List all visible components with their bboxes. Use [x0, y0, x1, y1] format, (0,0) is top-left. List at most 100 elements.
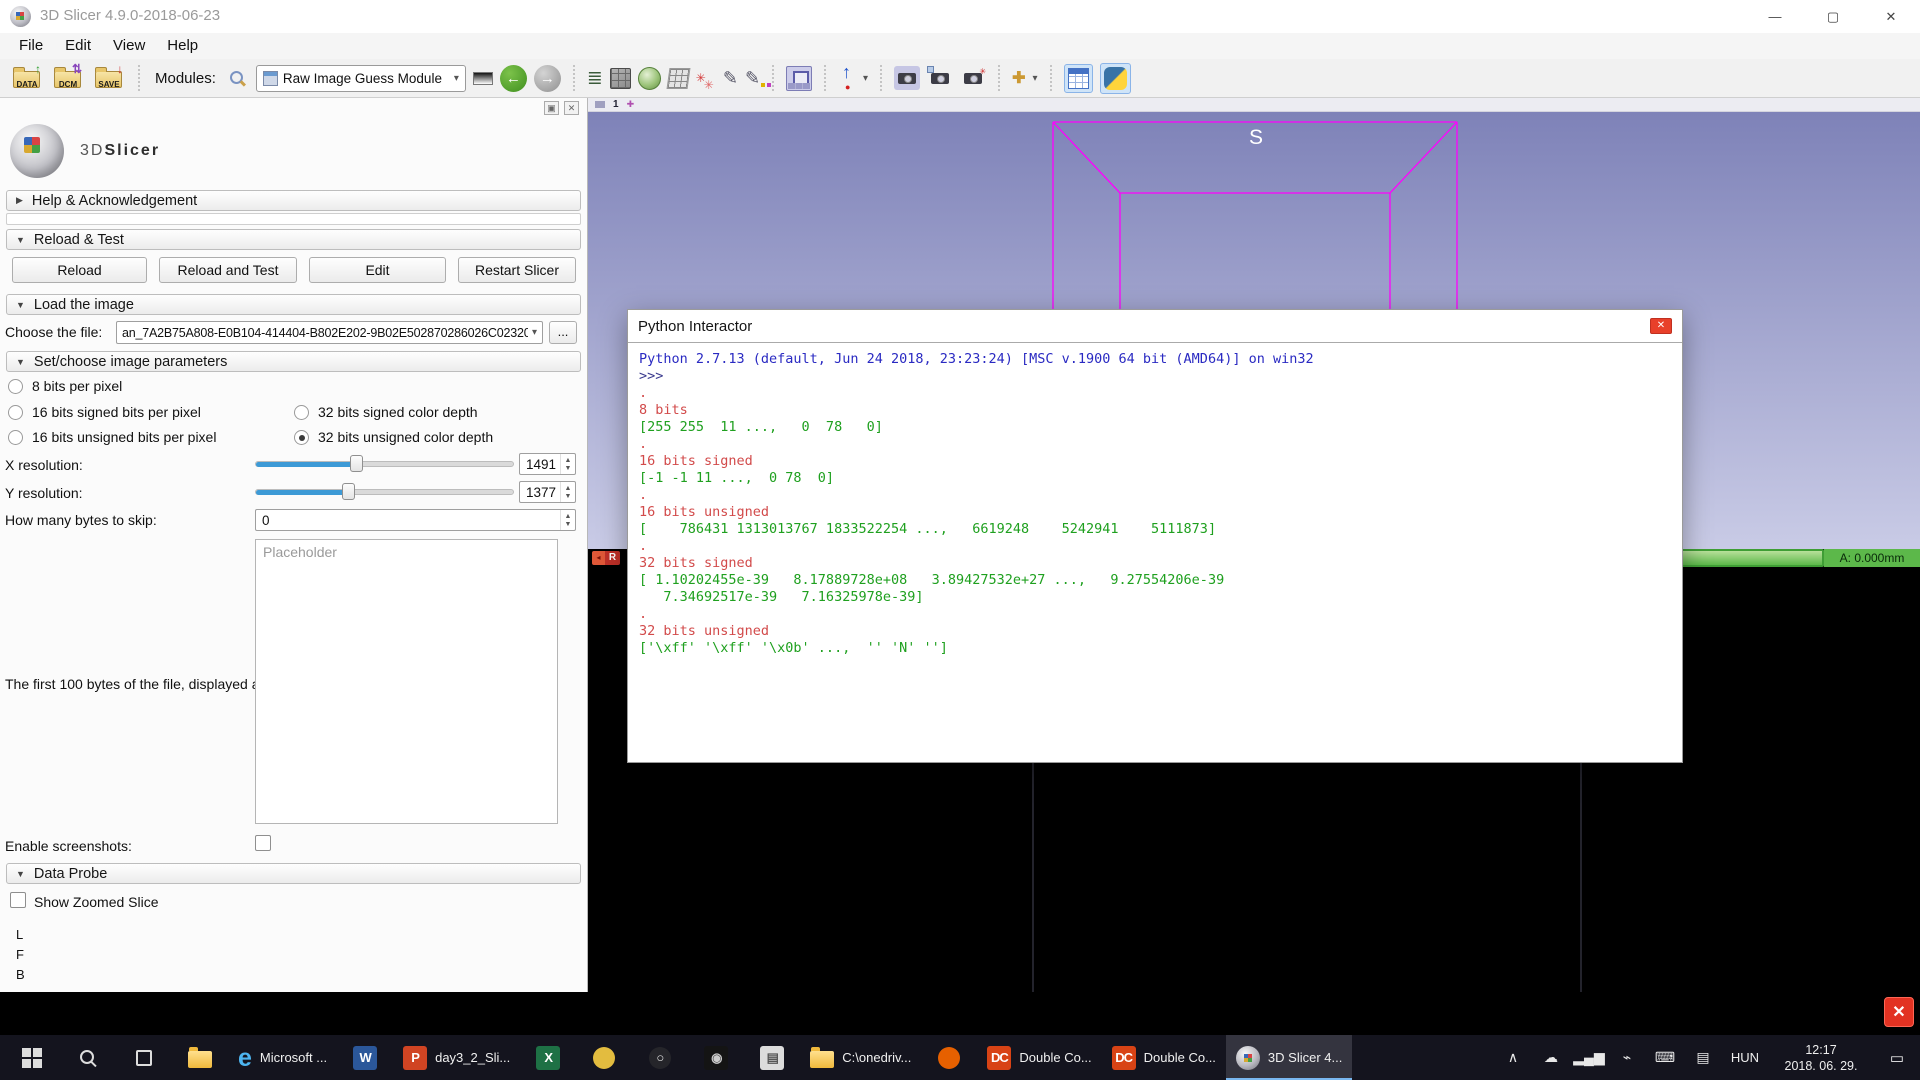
slider-handle[interactable] — [342, 483, 355, 500]
orientation-marker-s: S — [1244, 126, 1268, 150]
module-back-button[interactable]: ← — [500, 65, 527, 92]
models-module-icon[interactable] — [638, 67, 661, 90]
browse-file-button[interactable]: ... — [549, 321, 577, 344]
taskbar-app[interactable]: DC Double Co... — [977, 1035, 1101, 1080]
bytes-skip-spinbox[interactable]: 0 ▲▼ — [255, 509, 576, 531]
module-selector-combo[interactable]: Raw Image Guess Module ▾ — [256, 65, 466, 92]
section-load-image[interactable]: ▼ Load the image — [6, 294, 581, 315]
view3d-controller-bar[interactable]: 1 ✚ — [588, 98, 1920, 112]
load-data-button[interactable]: ↑ DATA — [10, 63, 44, 93]
panel-close-button[interactable]: ✕ — [564, 101, 579, 115]
network-signal-icon[interactable]: ▂▄▆ — [1570, 1049, 1608, 1066]
reload-and-test-button[interactable]: Reload and Test — [159, 257, 297, 283]
view-maximize-icon[interactable]: ✚ — [627, 99, 635, 110]
taskbar-app[interactable]: ○ — [632, 1035, 688, 1080]
python-window-titlebar[interactable]: Python Interactor ✕ — [628, 310, 1682, 343]
pin-icon[interactable]: ◂ — [592, 551, 605, 565]
red-slice-controller[interactable]: ◂ R — [592, 551, 620, 565]
module-forward-button[interactable]: → — [534, 65, 561, 92]
notification-center-icon[interactable]: ▭ — [1874, 1049, 1920, 1067]
touch-keyboard-icon[interactable]: ▤ — [1684, 1049, 1722, 1066]
taskbar-app[interactable] — [60, 1035, 116, 1080]
chevron-up-icon[interactable]: ∧ — [1494, 1049, 1532, 1066]
usb-icon[interactable]: ⌁ — [1608, 1049, 1646, 1066]
spin-arrows[interactable]: ▲▼ — [560, 510, 575, 530]
taskbar-app[interactable]: 3D Slicer 4... — [1226, 1035, 1352, 1080]
volumes-module-icon[interactable] — [610, 68, 631, 89]
restart-slicer-button[interactable]: Restart Slicer — [458, 257, 576, 283]
crosshair-dropdown-icon[interactable]: ▾ — [1032, 73, 1037, 84]
taskbar-app[interactable] — [116, 1035, 172, 1080]
menu-item[interactable]: Help — [156, 33, 209, 59]
menu-item[interactable]: View — [102, 33, 156, 59]
slider-handle[interactable] — [350, 455, 363, 472]
module-search-icon[interactable] — [229, 70, 246, 87]
radio-32-bits-signed[interactable]: 32 bits signed color depth — [294, 404, 478, 420]
radio-32-bits-unsigned[interactable]: 32 bits unsigned color depth — [294, 429, 493, 445]
radio-16-bits-signed[interactable]: 16 bits signed bits per pixel — [8, 404, 201, 420]
spin-arrows[interactable]: ▲▼ — [560, 482, 575, 502]
x-resolution-spinbox[interactable]: 1491 ▲▼ — [519, 453, 576, 475]
section-reload-test[interactable]: ▼ Reload & Test — [6, 229, 581, 250]
taskbar-app[interactable]: X — [520, 1035, 576, 1080]
section-data-probe[interactable]: ▼ Data Probe — [6, 863, 581, 884]
taskbar-app[interactable]: W — [337, 1035, 393, 1080]
crosshair-icon[interactable]: ✚ — [1012, 68, 1025, 88]
section-image-parameters[interactable]: ▼ Set/choose image parameters — [6, 351, 581, 372]
y-resolution-spinbox[interactable]: 1377 ▲▼ — [519, 481, 576, 503]
clock[interactable]: 12:17 2018. 06. 29. — [1768, 1042, 1874, 1074]
data-module-icon[interactable]: ≣ — [587, 67, 603, 90]
transforms-module-icon[interactable] — [666, 68, 690, 89]
spin-arrows[interactable]: ▲▼ — [560, 454, 575, 474]
panel-undock-button[interactable]: ▣ — [544, 101, 559, 115]
tables-button[interactable] — [1064, 64, 1093, 93]
section-help-acknowledgement[interactable]: ▶ Help & Acknowledgement — [6, 190, 581, 211]
close-button[interactable]: ✕ — [1862, 0, 1920, 33]
taskbar-app[interactable]: C:\onedriv... — [800, 1035, 921, 1080]
keyboard-layout-icon[interactable]: ⌨ — [1646, 1049, 1684, 1066]
minimize-button[interactable]: — — [1746, 0, 1804, 33]
menu-item[interactable]: File — [8, 33, 54, 59]
taskbar-app[interactable] — [921, 1035, 977, 1080]
bytes-preview-textarea[interactable]: Placeholder — [255, 539, 558, 824]
scene-view-icon[interactable] — [927, 66, 953, 90]
taskbar-app[interactable]: e Microsoft ... — [228, 1035, 337, 1080]
show-zoomed-slice-checkbox[interactable] — [10, 892, 26, 908]
fiducial-dropdown-icon[interactable]: ▾ — [863, 73, 868, 84]
python-close-button[interactable]: ✕ — [1650, 318, 1672, 334]
enable-screenshots-label: Enable screenshots: — [5, 838, 132, 854]
view-pin-icon[interactable] — [595, 101, 605, 108]
save-button[interactable]: ↓ SAVE — [92, 63, 126, 93]
fiducial-placement-icon[interactable]: ↑ ● — [838, 65, 856, 92]
editor-module-icon[interactable]: ✎ — [745, 68, 760, 89]
scene-capture-icon[interactable]: ✳ — [960, 66, 986, 90]
taskbar-app[interactable]: DC Double Co... — [1102, 1035, 1226, 1080]
maximize-button[interactable]: ▢ — [1804, 0, 1862, 33]
menu-item[interactable]: Edit — [54, 33, 102, 59]
radio-8-bits[interactable]: 8 bits per pixel — [8, 378, 122, 394]
taskbar-app[interactable]: P day3_2_Sli... — [393, 1035, 520, 1080]
python-console[interactable]: Python 2.7.13 (default, Jun 24 2018, 23:… — [628, 344, 1682, 762]
edit-button[interactable]: Edit — [309, 257, 446, 283]
module-history-button[interactable] — [473, 72, 493, 85]
load-dicom-button[interactable]: ⇅ DCM — [51, 63, 85, 93]
enable-screenshots-checkbox[interactable] — [255, 835, 271, 851]
annotations-module-icon[interactable]: ✎ — [723, 68, 738, 89]
language-indicator[interactable]: HUN — [1722, 1050, 1768, 1065]
y-resolution-slider[interactable] — [255, 483, 514, 500]
taskbar-app[interactable] — [576, 1035, 632, 1080]
taskbar-app[interactable] — [4, 1035, 60, 1080]
error-close-button[interactable]: ✕ — [1884, 997, 1914, 1027]
x-resolution-slider[interactable] — [255, 455, 514, 472]
reload-button[interactable]: Reload — [12, 257, 147, 283]
onedrive-cloud-icon[interactable]: ☁ — [1532, 1049, 1570, 1066]
taskbar-app[interactable]: ◉ — [688, 1035, 744, 1080]
layout-selector-icon[interactable] — [786, 66, 812, 91]
screenshot-icon[interactable] — [894, 66, 920, 90]
taskbar-app[interactable] — [172, 1035, 228, 1080]
file-combo[interactable]: an_7A2B75A808-E0B104-414404-B802E202-9B0… — [116, 321, 543, 344]
markups-module-icon[interactable]: ✳ — [696, 71, 706, 85]
taskbar-app[interactable]: ▤ — [744, 1035, 800, 1080]
radio-16-bits-unsigned[interactable]: 16 bits unsigned bits per pixel — [8, 429, 216, 445]
python-interactor-button[interactable] — [1100, 63, 1131, 94]
